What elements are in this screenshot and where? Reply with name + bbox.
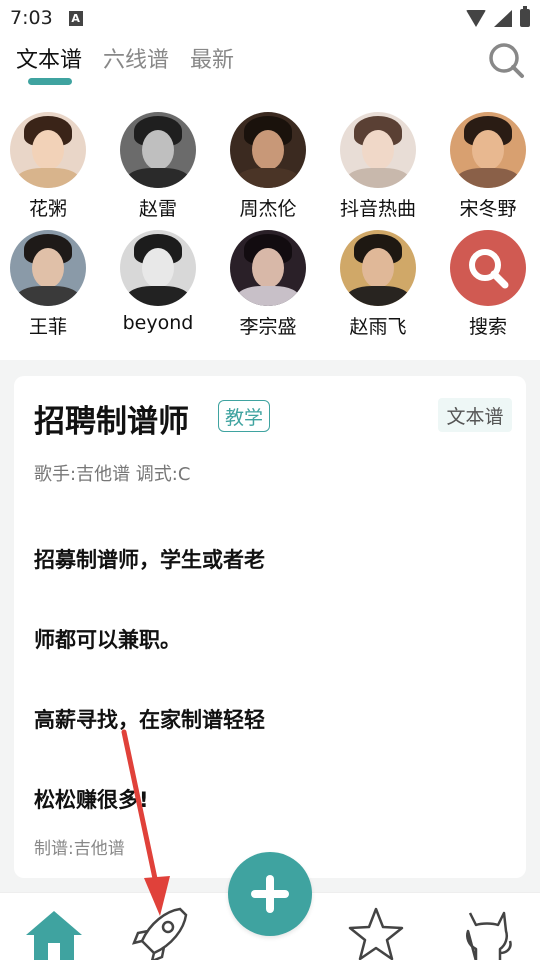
song-title: 招聘制谱师 [34, 404, 189, 440]
lyric-line: 招募制谱师，学生或者老 [34, 548, 265, 572]
artist-item[interactable]: 抖音热曲 [323, 112, 433, 221]
avatar [340, 112, 416, 188]
search-icon[interactable] [486, 40, 526, 80]
artist-name: 搜索 [468, 316, 507, 338]
artist-name: 王菲 [28, 316, 67, 338]
artist-item[interactable]: 李宗盛 [213, 230, 323, 339]
avatar [120, 230, 196, 306]
song-meta: 歌手:吉他谱 调式:C [34, 464, 191, 485]
add-button[interactable] [228, 852, 312, 936]
top-tab-bar: 文本谱 六线谱 最新 [0, 36, 540, 92]
artist-name: 赵雨飞 [349, 316, 407, 338]
score-author: 制谱:吉他谱 [34, 839, 125, 859]
artist-name: 周杰伦 [239, 198, 297, 220]
plus-icon [251, 875, 289, 913]
tab-latest[interactable]: 最新 [190, 42, 234, 74]
tab-guitar-tab[interactable]: 六线谱 [103, 42, 169, 74]
search-avatar [450, 230, 526, 306]
artist-item[interactable]: 花粥 [0, 112, 103, 221]
lyric-line: 师都可以兼职。 [34, 628, 181, 652]
status-bar: 7:03 A [0, 0, 540, 36]
avatar [230, 230, 306, 306]
status-indicators [466, 6, 530, 27]
lyric-line: 松松赚很多! [34, 788, 149, 812]
avatar [450, 112, 526, 188]
artist-item[interactable]: 赵雷 [103, 112, 213, 221]
avatar [10, 112, 86, 188]
artist-name: 李宗盛 [239, 316, 297, 338]
artist-name: beyond [122, 312, 194, 334]
artist-item[interactable]: 赵雨飞 [323, 230, 433, 339]
notification-icon: A [68, 10, 83, 26]
teach-badge: 教学 [218, 400, 270, 432]
battery-icon [520, 6, 530, 27]
artist-item[interactable]: 王菲 [0, 230, 103, 339]
tab-text-score[interactable]: 文本谱 [16, 42, 82, 74]
artist-item[interactable]: 周杰伦 [213, 112, 323, 221]
home-icon[interactable] [22, 903, 86, 960]
signal-icon [494, 9, 512, 27]
artist-item[interactable]: beyond [103, 230, 213, 334]
avatar [340, 230, 416, 306]
song-card[interactable]: 招聘制谱师 教学 文本谱 歌手:吉他谱 调式:C 招募制谱师，学生或者老 师都可… [14, 376, 526, 878]
artist-name: 花粥 [28, 198, 67, 220]
rocket-icon[interactable] [128, 903, 192, 960]
artist-item[interactable]: 宋冬野 [433, 112, 540, 221]
active-tab-indicator [28, 78, 72, 85]
avatar [120, 112, 196, 188]
artist-item-search[interactable]: 搜索 [433, 230, 540, 339]
avatar [10, 230, 86, 306]
artist-name: 赵雷 [138, 198, 177, 220]
magnifier-icon [469, 249, 509, 289]
artist-name: 宋冬野 [459, 198, 517, 220]
star-icon[interactable] [344, 903, 408, 960]
score-type-badge: 文本谱 [438, 398, 512, 432]
status-time: 7:03 [10, 7, 53, 29]
artist-grid: 花粥 赵雷 周杰伦 抖音热曲 宋冬野 王菲 beyond 李宗盛 赵雨飞 搜索 [0, 92, 540, 360]
artist-name: 抖音热曲 [339, 198, 416, 220]
avatar [230, 112, 306, 188]
cat-icon[interactable] [456, 903, 520, 960]
lyric-line: 高薪寻找，在家制谱轻轻 [34, 708, 265, 732]
wifi-icon [466, 9, 486, 27]
